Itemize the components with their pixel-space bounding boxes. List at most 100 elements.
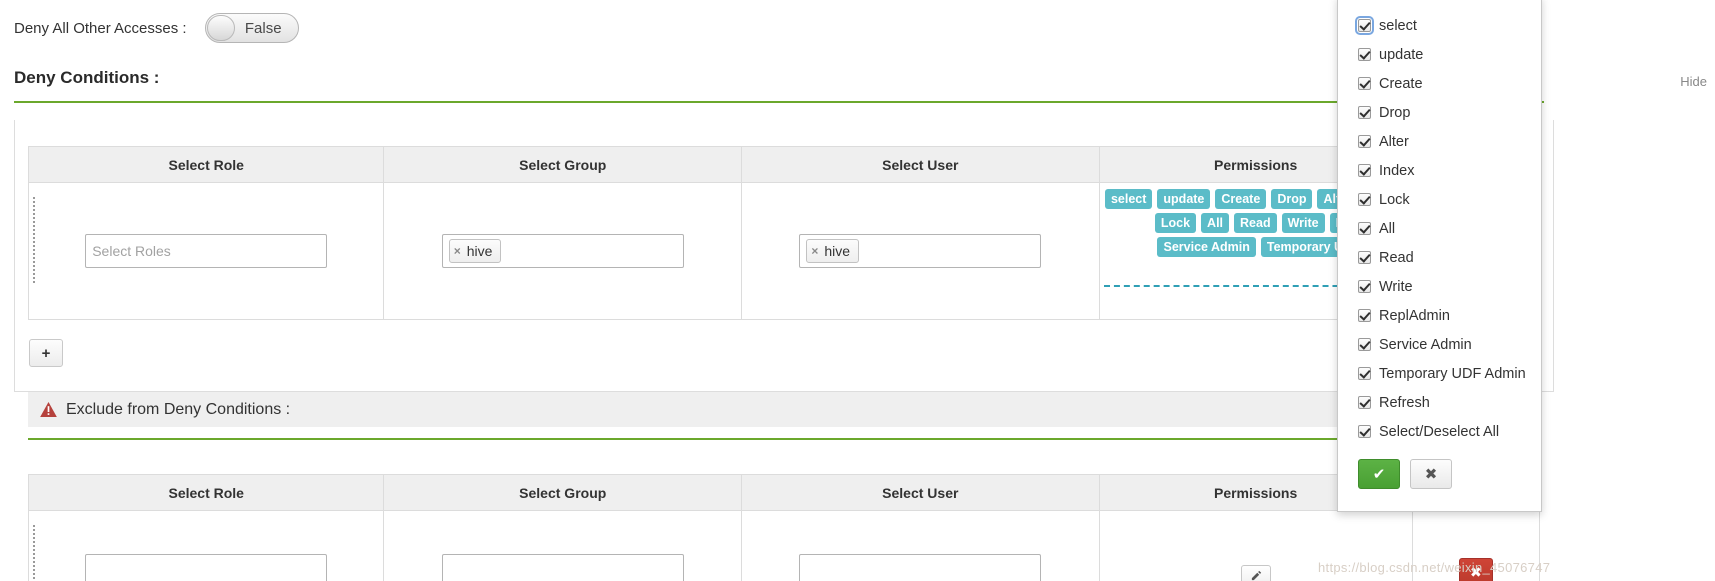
toggle-value: False xyxy=(244,19,282,37)
checkbox-icon[interactable] xyxy=(1358,135,1371,148)
exclude-cell-select-group xyxy=(383,510,743,581)
drag-handle-icon[interactable] xyxy=(32,196,39,283)
permission-option-update[interactable]: update xyxy=(1358,40,1541,69)
permission-option-lock[interactable]: Lock xyxy=(1358,185,1541,214)
permission-badge: Read xyxy=(1234,213,1277,233)
exclude-select-roles-input[interactable] xyxy=(85,553,328,581)
permission-option-label: Refresh xyxy=(1379,394,1430,411)
permission-option-read[interactable]: Read xyxy=(1358,243,1541,272)
pencil-icon xyxy=(1251,570,1261,580)
deny-conditions-table: Select Role Select Group Select User Per… xyxy=(27,146,1541,320)
checkbox-icon[interactable] xyxy=(1358,193,1371,206)
permission-option-write[interactable]: Write xyxy=(1358,272,1541,301)
exclude-section-title: Exclude from Deny Conditions : xyxy=(66,400,291,418)
checkbox-icon[interactable] xyxy=(1358,396,1371,409)
cell-select-role: Select Roles xyxy=(27,182,385,320)
user-tag-hive[interactable]: × hive xyxy=(806,239,860,263)
permission-option-label: ReplAdmin xyxy=(1379,307,1450,324)
table-header-row: Select Role Select Group Select User Per… xyxy=(27,146,1541,183)
permission-dropdown-actions: ✔ ✖ xyxy=(1358,459,1541,489)
permission-option-repladmin[interactable]: ReplAdmin xyxy=(1358,301,1541,330)
checkbox-icon[interactable] xyxy=(1358,106,1371,119)
toggle-knob xyxy=(206,15,235,41)
checkbox-icon[interactable] xyxy=(1358,425,1371,438)
cancel-permissions-button[interactable]: ✖ xyxy=(1410,459,1452,489)
confirm-permissions-button[interactable]: ✔ xyxy=(1358,459,1400,489)
permission-badge: Create xyxy=(1215,189,1267,209)
select-user-input[interactable]: × hive xyxy=(799,234,1042,268)
user-tag-label: hive xyxy=(824,243,851,259)
exclude-table-row: ✖ xyxy=(27,510,1541,581)
policy-deny-conditions-page: Deny All Other Accesses : False Deny Con… xyxy=(0,0,1715,581)
checkbox-icon[interactable] xyxy=(1358,280,1371,293)
permission-option-create[interactable]: Create xyxy=(1358,69,1541,98)
exclude-divider xyxy=(28,438,1540,440)
permission-badge: Service Admin xyxy=(1157,237,1256,257)
tag-remove-icon[interactable]: × xyxy=(454,244,461,258)
permission-option-label: Service Admin xyxy=(1379,336,1472,353)
checkbox-icon[interactable] xyxy=(1358,48,1371,61)
permission-option-label: Lock xyxy=(1379,191,1410,208)
checkbox-icon[interactable] xyxy=(1358,338,1371,351)
checkbox-icon[interactable] xyxy=(1355,16,1374,35)
permission-option-temporary-udf-admin[interactable]: Temporary UDF Admin xyxy=(1358,359,1541,388)
permission-option-label: All xyxy=(1379,220,1396,237)
permission-option-service-admin[interactable]: Service Admin xyxy=(1358,330,1541,359)
checkbox-icon[interactable] xyxy=(1358,164,1371,177)
permission-option-drop[interactable]: Drop xyxy=(1358,98,1541,127)
permission-badge: select xyxy=(1104,189,1153,209)
permission-option-select-deselect-all[interactable]: Select/Deselect All xyxy=(1358,417,1541,446)
column-header-select-group: Select Group xyxy=(383,146,743,183)
exclude-column-header-select-group: Select Group xyxy=(383,474,743,511)
watermark-text: https://blog.csdn.net/weixin_45076747 xyxy=(1318,560,1551,575)
exclude-conditions-table: Select Role Select Group Select User Per… xyxy=(27,474,1541,581)
checkbox-icon[interactable] xyxy=(1358,367,1371,380)
exclude-cell-select-role xyxy=(27,510,385,581)
tag-remove-icon[interactable]: × xyxy=(811,244,818,258)
hide-link[interactable]: Hide xyxy=(1680,74,1707,89)
select-group-input[interactable]: × hive xyxy=(441,234,684,268)
exclude-column-header-select-user: Select User xyxy=(741,474,1100,511)
select-roles-placeholder: Select Roles xyxy=(92,243,171,259)
exclude-select-user-input[interactable] xyxy=(799,553,1042,581)
permission-option-label: select xyxy=(1379,17,1417,34)
column-header-select-user: Select User xyxy=(741,146,1100,183)
permission-option-label: update xyxy=(1379,46,1424,63)
deny-conditions-heading: Deny Conditions : xyxy=(14,68,160,87)
group-tag-label: hive xyxy=(466,243,493,259)
deny-all-other-accesses-row: Deny All Other Accesses : False xyxy=(0,0,1340,56)
exclude-edit-permissions-button[interactable] xyxy=(1240,564,1271,581)
permission-option-all[interactable]: All xyxy=(1358,214,1541,243)
table-row: Select Roles × hive × hive select update… xyxy=(27,182,1541,320)
checkbox-icon[interactable] xyxy=(1358,309,1371,322)
checkbox-icon[interactable] xyxy=(1358,222,1371,235)
permission-badge: Drop xyxy=(1271,189,1313,209)
permission-option-label: Alter xyxy=(1379,133,1409,150)
permission-option-label: Index xyxy=(1379,162,1415,179)
permission-option-label: Write xyxy=(1379,278,1413,295)
group-tag-hive[interactable]: × hive xyxy=(448,239,502,263)
cell-select-user: × hive xyxy=(741,182,1100,320)
permission-option-alter[interactable]: Alter xyxy=(1358,127,1541,156)
exclude-column-header-select-role: Select Role xyxy=(27,474,385,511)
permission-option-label: Drop xyxy=(1379,104,1411,121)
permission-option-label: Read xyxy=(1379,249,1414,266)
permission-option-label: Create xyxy=(1379,75,1423,92)
permission-badge: Lock xyxy=(1154,213,1197,233)
column-header-select-role: Select Role xyxy=(27,146,385,183)
warning-triangle-icon xyxy=(40,402,57,417)
deny-all-label: Deny All Other Accesses : xyxy=(14,19,187,37)
permission-options-list: select update Create Drop Alter Index Lock All R… xyxy=(1355,11,1541,446)
permission-option-select[interactable]: select xyxy=(1355,11,1541,40)
permission-badge: update xyxy=(1157,189,1211,209)
add-deny-condition-button[interactable]: + xyxy=(29,339,63,367)
permissions-dropdown-panel: select update Create Drop Alter Index Lock All R… xyxy=(1337,0,1542,512)
deny-all-toggle[interactable]: False xyxy=(204,13,299,43)
drag-handle-icon[interactable] xyxy=(32,524,39,581)
select-roles-input[interactable]: Select Roles xyxy=(85,234,328,268)
exclude-select-group-input[interactable] xyxy=(441,553,684,581)
permission-option-refresh[interactable]: Refresh xyxy=(1358,388,1541,417)
checkbox-icon[interactable] xyxy=(1358,77,1371,90)
permission-option-index[interactable]: Index xyxy=(1358,156,1541,185)
checkbox-icon[interactable] xyxy=(1358,251,1371,264)
